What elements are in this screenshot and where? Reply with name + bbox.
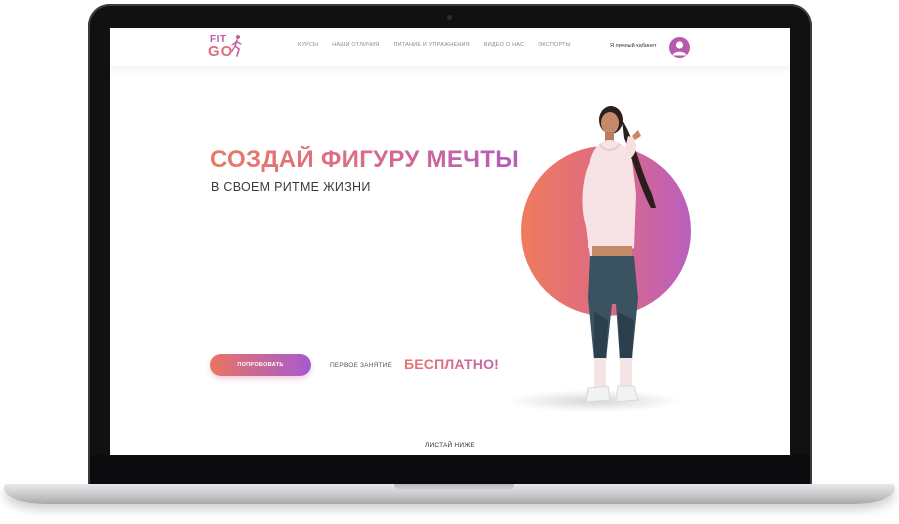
nav-item-video[interactable]: видео о нас xyxy=(484,42,524,48)
personal-cabinet-link[interactable]: Я личный кабинет xyxy=(610,43,656,49)
try-button[interactable]: ПОПРОБОВАТЬ xyxy=(210,354,311,376)
laptop-base xyxy=(4,484,895,504)
main-nav: курсы наши отличия питание и упражнения … xyxy=(298,42,571,48)
screen-bezel-bottom xyxy=(90,455,810,485)
webcam-icon xyxy=(447,15,452,20)
user-avatar-icon[interactable] xyxy=(669,37,690,58)
person-icon xyxy=(672,41,687,56)
first-lesson-label: ПЕРВОЕ ЗАНЯТИЕ xyxy=(330,362,393,369)
site-header: FIT GO курсы наши отличия питание и упра… xyxy=(110,28,790,66)
fitness-model-image xyxy=(582,106,656,403)
hero-headline: СОЗДАЙ ФИГУРУ МЕЧТЫ xyxy=(210,146,520,173)
fitgo-logo[interactable]: FIT GO xyxy=(208,34,242,62)
laptop-mockup: FIT GO курсы наши отличия питание и упра… xyxy=(0,0,899,524)
website-screen: FIT GO курсы наши отличия питание и упра… xyxy=(110,28,790,455)
nav-item-nutrition[interactable]: питание и упражнения xyxy=(393,42,469,48)
scroll-down-link[interactable]: ЛИСТАЙ НИЖЕ xyxy=(110,442,790,449)
nav-item-differences[interactable]: наши отличия xyxy=(332,42,379,48)
hero-subline: В СВОЕМ РИТМЕ ЖИЗНИ xyxy=(211,180,371,194)
runner-icon xyxy=(231,35,242,57)
laptop-notch xyxy=(394,484,514,491)
free-label: БЕСПЛАТНО! xyxy=(404,356,500,372)
nav-item-experts[interactable]: экспорты xyxy=(538,42,571,48)
nav-item-courses[interactable]: курсы xyxy=(298,42,318,48)
